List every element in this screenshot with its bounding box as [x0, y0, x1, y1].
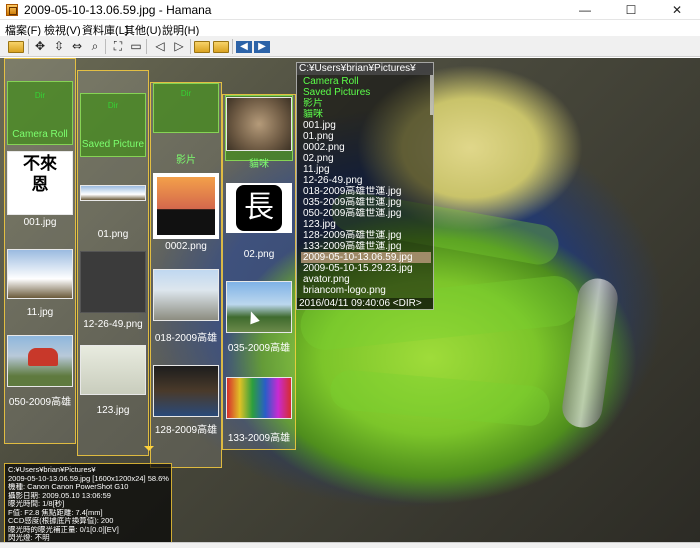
info-line: 曝光時的曝光補正量: 0/1[0.0][EV] [8, 525, 119, 534]
list-item[interactable]: Camera Roll [303, 76, 433, 87]
fit-height-icon[interactable]: ⇳ [51, 38, 67, 54]
list-item[interactable]: 0002.png [303, 142, 433, 153]
thumbnail-label: 11.jpg [26, 307, 54, 318]
list-item[interactable]: 02.png [303, 153, 433, 164]
thumbnail-label: 001.jpg [23, 217, 57, 228]
folder-label: 貓咪 [249, 159, 269, 170]
exif-info-panel: C:¥Users¥brian¥Pictures¥ 2009-05-10-13.0… [4, 463, 172, 542]
next-folder-icon[interactable] [213, 41, 229, 53]
next-image-icon[interactable]: ▷ [171, 38, 187, 54]
folder-label[interactable]: Saved Picture [78, 139, 148, 150]
fit-width-icon[interactable]: ⇔ [69, 38, 85, 54]
info-line: F值: F2.8 焦點距離: 7.4[mm] [8, 508, 103, 517]
thumbnail-image [80, 345, 146, 395]
thumbnail-label: 050-2009高雄 [8, 397, 72, 408]
info-line: 2009-05-10-13.06.59.jpg [1600x1200x24] 5… [8, 474, 169, 483]
menu-bar: 檔案(F) 檢視(V) 資料庫(L) 其他(U) 說明(H) [0, 20, 700, 37]
fit-move-icon[interactable]: ✥ [32, 38, 48, 54]
list-item[interactable]: 018-2009高雄世運.jpg [303, 186, 433, 197]
toolbar-separator [105, 39, 106, 54]
list-item[interactable]: 128-2009高雄世運.jpg [303, 230, 433, 241]
list-item[interactable]: 12-26-49.png [303, 175, 433, 186]
thumbnail-image [80, 251, 146, 313]
list-item[interactable]: 133-2009高雄世運.jpg [303, 241, 433, 252]
thumbnail-image: 不來 恩 [7, 151, 73, 215]
thumbnail-label: 0002.png [165, 241, 207, 252]
close-button[interactable]: ✕ [654, 0, 700, 20]
forward-arrow-icon[interactable]: ▶ [254, 41, 270, 53]
toolbar-separator [232, 39, 233, 54]
folder-path: C:¥Users¥brian¥Pictures¥ [297, 63, 433, 75]
thumbnail-image [153, 365, 219, 417]
back-arrow-icon[interactable]: ◀ [236, 41, 252, 53]
window-title: 2009-05-10-13.06.59.jpg - Hamana [24, 3, 212, 17]
thumbnail-column-2: Dir Saved Picture 01.png 12-26-49.png 12… [77, 70, 149, 456]
info-line: 機種: Canon Canon PowerShot G10 [8, 483, 129, 491]
thumbnail-image [153, 173, 219, 239]
title-bar: 2009-05-10-13.06.59.jpg - Hamana — ☐ ✕ [0, 0, 700, 20]
thumbnail-image [226, 377, 292, 419]
scroll-down-marker[interactable] [144, 446, 154, 451]
folder-info-footer: 2016/04/11 09:40:06 <DIR> [297, 298, 433, 309]
list-item[interactable]: 11.jpg [303, 164, 433, 175]
list-item[interactable]: briancom-logo.png [303, 285, 433, 296]
thumbnail-image [7, 335, 73, 387]
list-item[interactable]: 001.jpg [303, 120, 433, 131]
list-item[interactable]: Saved Pictures [303, 87, 433, 98]
list-item[interactable]: 影片 [303, 98, 433, 109]
window-fit-icon[interactable]: ▭ [128, 38, 144, 54]
list-item[interactable]: 035-2009高雄世運.jpg [303, 197, 433, 208]
toolbar-separator [190, 39, 191, 54]
minimize-button[interactable]: — [562, 0, 608, 20]
thumbnail-column-3: Dir 影片 0002.png 018-2009高雄 128-2009高雄 [150, 82, 222, 468]
toolbar-separator [146, 39, 147, 54]
dir-tag: Dir [180, 89, 192, 98]
thumbnail-label: 12-26-49.png [83, 319, 143, 330]
list-item[interactable]: 2009-05-10-15.29.23.jpg [303, 263, 433, 274]
fullscreen-icon[interactable]: ⛶ [110, 38, 126, 54]
thumbnail-label: 123.jpg [96, 405, 130, 416]
folder-label[interactable]: 影片 [151, 151, 221, 166]
thumbnail-label: 128-2009高雄 [154, 425, 218, 436]
thumbnail-image: ⾧ [226, 183, 292, 233]
info-line: 曝光時間: 1/8[秒] [8, 500, 65, 508]
info-line: C:¥Users¥brian¥Pictures¥ [8, 466, 96, 474]
prev-image-icon[interactable]: ◁ [152, 38, 168, 54]
folder-file-list[interactable]: C:¥Users¥brian¥Pictures¥ Camera Roll Sav… [296, 62, 434, 310]
thumbnail-column-1: Dir Camera Roll 不來 恩 001.jpg 11.jpg 050-… [4, 58, 76, 444]
list-item-selected[interactable]: 2009-05-10-13.06.59.jpg [301, 252, 431, 263]
prev-folder-icon[interactable] [194, 41, 210, 53]
thumbnail-label: 133-2009高雄 [227, 433, 291, 444]
info-line: 攝影日期: 2009.05.10 13:06:59 [8, 491, 111, 500]
thumbnail-label: 01.png [97, 229, 129, 240]
list-item[interactable]: 貓咪 [303, 109, 433, 120]
dir-tag: Dir [107, 101, 119, 110]
thumbnail-image [7, 249, 73, 299]
folder-label[interactable]: Camera Roll [5, 129, 75, 140]
thumbnail-column-4: 貓咪 ⾧ 02.png 035-2009高雄 133-2009高雄 [222, 94, 296, 450]
thumbnail-label: 02.png [243, 249, 275, 260]
app-icon [6, 4, 18, 16]
thumbnail-image [80, 185, 146, 201]
thumbnail-image [226, 281, 292, 333]
toolbar: ✥ ⇳ ⇔ ⌕ ⛶ ▭ ◁ ▷ ◀ ▶ [0, 36, 700, 57]
list-item[interactable]: avator.png [303, 274, 433, 285]
thumbnail-image [226, 97, 292, 151]
list-item[interactable]: 050-2009高雄世運.jpg [303, 208, 433, 219]
dir-tag: Dir [34, 91, 46, 100]
thumbnail-label: 035-2009高雄 [227, 343, 291, 354]
logo-glyph: ⾧ [236, 185, 282, 231]
image-viewport[interactable]: Dir Camera Roll 不來 恩 001.jpg 11.jpg 050-… [0, 58, 700, 542]
maximize-button[interactable]: ☐ [608, 0, 654, 20]
folder-open-icon[interactable] [8, 41, 24, 53]
list-item[interactable]: 01.png [303, 131, 433, 142]
thumbnail-image [153, 269, 219, 321]
status-bar [0, 542, 700, 548]
toolbar-separator [28, 39, 29, 54]
list-item[interactable]: 123.jpg [303, 219, 433, 230]
info-line: 閃光燈: 不明 [8, 534, 50, 542]
zoom-icon[interactable]: ⌕ [87, 38, 103, 54]
thumbnail-label: 018-2009高雄 [154, 333, 218, 344]
info-line: CCD感度(根據底片換算值): 200 [8, 517, 114, 525]
